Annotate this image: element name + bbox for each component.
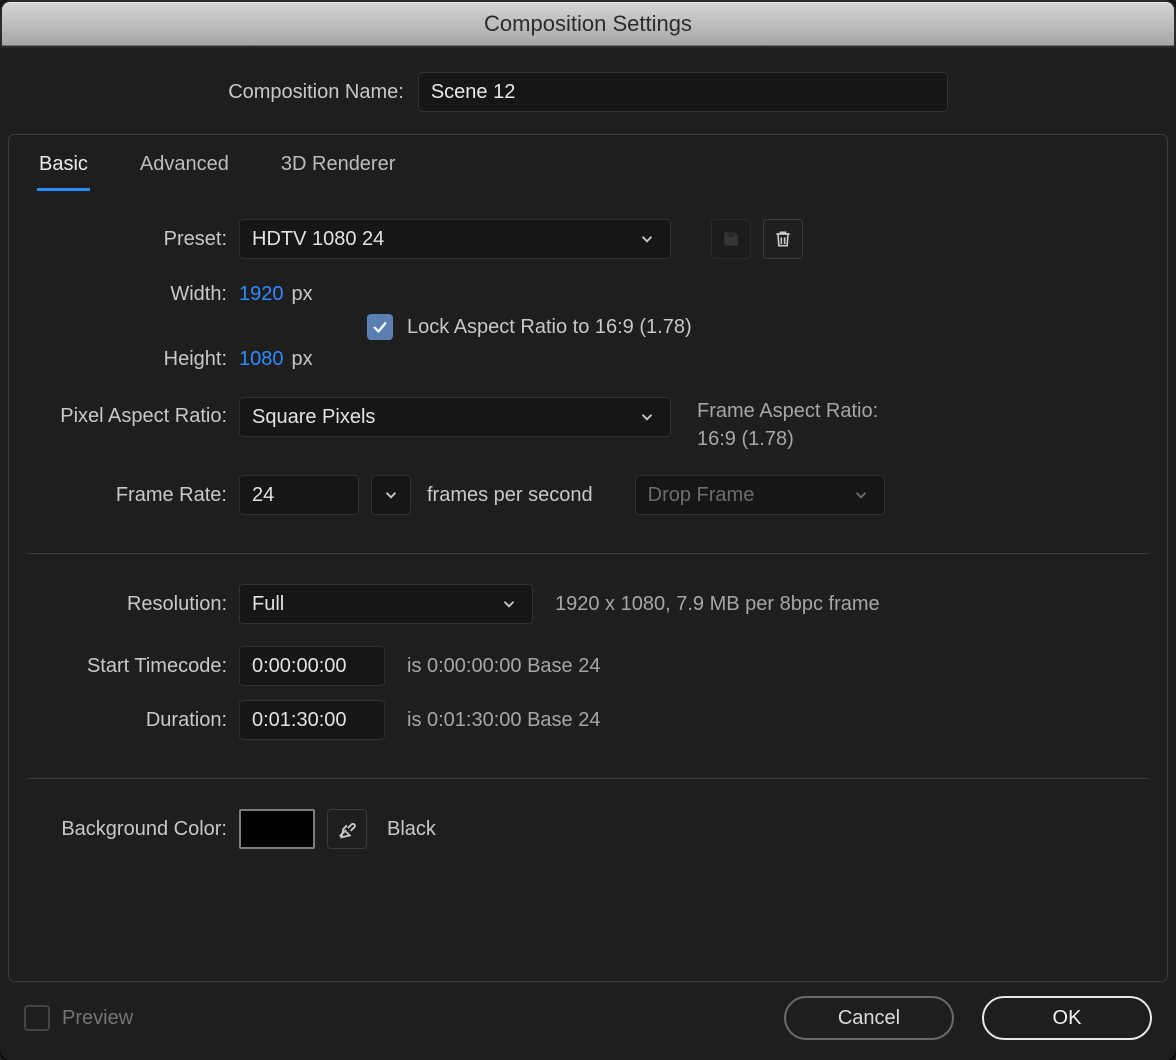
- par-select[interactable]: Square Pixels: [239, 397, 671, 437]
- cancel-button[interactable]: Cancel: [784, 996, 954, 1040]
- duration-info: is 0:01:30:00 Base 24: [407, 709, 600, 732]
- width-input[interactable]: 1920: [239, 283, 284, 306]
- duration-input[interactable]: 0:01:30:00: [239, 700, 385, 740]
- width-label: Width:: [27, 283, 239, 306]
- dialog-body: Composition Name: Basic Advanced 3D Rend…: [0, 48, 1176, 1060]
- preset-value: HDTV 1080 24: [252, 228, 384, 251]
- bgcolor-label: Background Color:: [27, 818, 239, 841]
- preview-group: Preview: [24, 1005, 133, 1031]
- height-unit: px: [292, 348, 313, 371]
- bgcolor-swatch[interactable]: [239, 809, 315, 849]
- save-preset-button[interactable]: [711, 219, 751, 259]
- par-label: Pixel Aspect Ratio:: [27, 397, 239, 428]
- width-unit: px: [292, 283, 313, 306]
- bgcolor-name: Black: [387, 818, 436, 841]
- fps-row: Frame Rate: 24 frames per second Drop Fr…: [27, 475, 1149, 515]
- preview-label: Preview: [62, 1007, 133, 1030]
- resolution-row: Resolution: Full 1920 x 1080, 7.9 MB per…: [27, 584, 1149, 624]
- resolution-info: 1920 x 1080, 7.9 MB per 8bpc frame: [555, 593, 880, 616]
- composition-settings-dialog: Composition Settings Composition Name: B…: [0, 0, 1176, 1060]
- delete-preset-button[interactable]: [763, 219, 803, 259]
- resolution-select[interactable]: Full: [239, 584, 533, 624]
- bgcolor-section: Background Color: Black: [9, 793, 1167, 873]
- chevron-down-icon: [850, 484, 872, 506]
- duration-label: Duration:: [27, 709, 239, 732]
- height-row: Height: 1080 px: [27, 348, 1149, 371]
- lock-aspect-row: Lock Aspect Ratio to 16:9 (1.78): [27, 314, 1149, 340]
- ok-button[interactable]: OK: [982, 996, 1152, 1040]
- drop-frame-value: Drop Frame: [648, 484, 755, 507]
- tabs-panel: Basic Advanced 3D Renderer Preset: HDTV …: [8, 134, 1168, 982]
- par-row: Pixel Aspect Ratio: Square Pixels Frame …: [27, 397, 1149, 453]
- basic-section: Preset: HDTV 1080 24: [9, 191, 1167, 539]
- window-title: Composition Settings: [2, 2, 1174, 46]
- start-timecode-input[interactable]: 0:00:00:00: [239, 646, 385, 686]
- height-input[interactable]: 1080: [239, 348, 284, 371]
- separator: [27, 553, 1149, 554]
- tab-3d-renderer[interactable]: 3D Renderer: [279, 147, 398, 191]
- start-timecode-label: Start Timecode:: [27, 655, 239, 678]
- composition-name-row: Composition Name:: [8, 48, 1168, 134]
- bgcolor-row: Background Color: Black: [27, 809, 1149, 849]
- fps-unit: frames per second: [427, 484, 593, 507]
- preset-label: Preset:: [27, 228, 239, 251]
- far-value: 16:9 (1.78): [697, 425, 878, 453]
- start-timecode-info: is 0:00:00:00 Base 24: [407, 655, 600, 678]
- lock-aspect-label: Lock Aspect Ratio to 16:9 (1.78): [407, 316, 692, 339]
- start-timecode-row: Start Timecode: 0:00:00:00 is 0:00:00:00…: [27, 646, 1149, 686]
- far-label: Frame Aspect Ratio:: [697, 397, 878, 425]
- lock-aspect-checkbox[interactable]: [367, 314, 393, 340]
- par-value: Square Pixels: [252, 406, 375, 429]
- chevron-down-icon: [498, 593, 520, 615]
- width-row: Width: 1920 px: [27, 283, 1149, 306]
- resolution-label: Resolution:: [27, 593, 239, 616]
- fps-history-dropdown[interactable]: [371, 475, 411, 515]
- button-row: Cancel OK: [784, 996, 1152, 1040]
- preview-checkbox: [24, 1005, 50, 1031]
- chevron-down-icon: [636, 228, 658, 250]
- tab-advanced[interactable]: Advanced: [138, 147, 231, 191]
- preset-select[interactable]: HDTV 1080 24: [239, 219, 671, 259]
- separator: [27, 778, 1149, 779]
- composition-name-label: Composition Name:: [228, 81, 404, 104]
- chevron-down-icon: [636, 406, 658, 428]
- far-block: Frame Aspect Ratio: 16:9 (1.78): [697, 397, 878, 453]
- resolution-value: Full: [252, 593, 284, 616]
- dialog-footer: Preview Cancel OK: [8, 982, 1168, 1052]
- duration-row: Duration: 0:01:30:00 is 0:01:30:00 Base …: [27, 700, 1149, 740]
- chevron-down-icon: [380, 484, 402, 506]
- tab-bar: Basic Advanced 3D Renderer: [9, 135, 1167, 191]
- titlebar-container: Composition Settings: [0, 0, 1176, 48]
- fps-input[interactable]: 24: [239, 475, 359, 515]
- preset-row: Preset: HDTV 1080 24: [27, 219, 1149, 259]
- resolution-section: Resolution: Full 1920 x 1080, 7.9 MB per…: [9, 568, 1167, 764]
- composition-name-input[interactable]: [418, 72, 948, 112]
- drop-frame-select: Drop Frame: [635, 475, 885, 515]
- tab-basic[interactable]: Basic: [37, 147, 90, 191]
- eyedropper-button[interactable]: [327, 809, 367, 849]
- height-label: Height:: [27, 348, 239, 371]
- fps-label: Frame Rate:: [27, 484, 239, 507]
